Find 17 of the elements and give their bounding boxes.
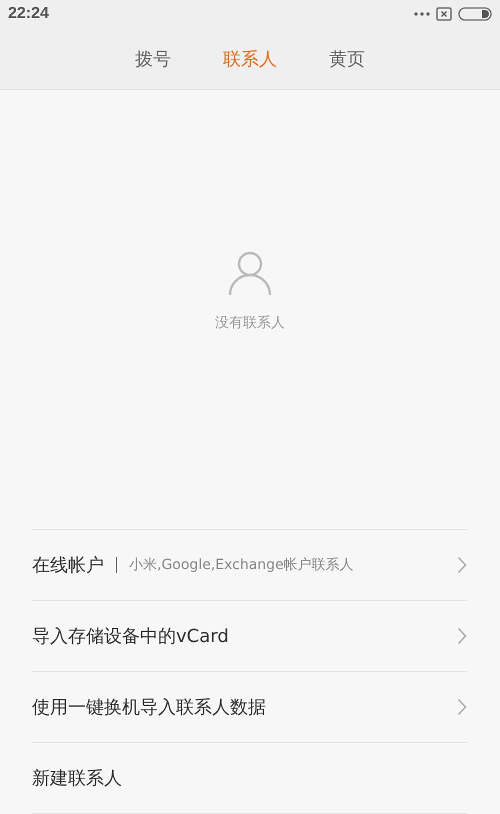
item-detail: 小米,Google,Exchange帐户联系人: [129, 556, 355, 574]
menu-item[interactable]: 新建联系人: [32, 743, 467, 814]
empty-message: 没有联系人: [215, 314, 285, 332]
person-icon: [227, 250, 273, 296]
menu-item[interactable]: 在线帐户 小米,Google,Exchange帐户联系人: [32, 530, 467, 601]
item-label: 导入存储设备中的vCard: [32, 625, 229, 648]
status-time: 22:24: [8, 5, 49, 23]
item-label: 使用一键换机导入联系人数据: [32, 696, 266, 719]
more-icon: [414, 12, 430, 16]
menu-item[interactable]: 使用一键换机导入联系人数据: [32, 672, 467, 743]
tab[interactable]: 黄页: [329, 46, 365, 70]
no-sim-icon: [436, 7, 452, 21]
item-label: 在线帐户: [32, 554, 104, 577]
tab[interactable]: 拨号: [135, 46, 171, 70]
item-label: 新建联系人: [32, 767, 122, 790]
menu-item[interactable]: 导入存储设备中的vCard: [32, 601, 467, 672]
battery-icon: [458, 7, 492, 21]
